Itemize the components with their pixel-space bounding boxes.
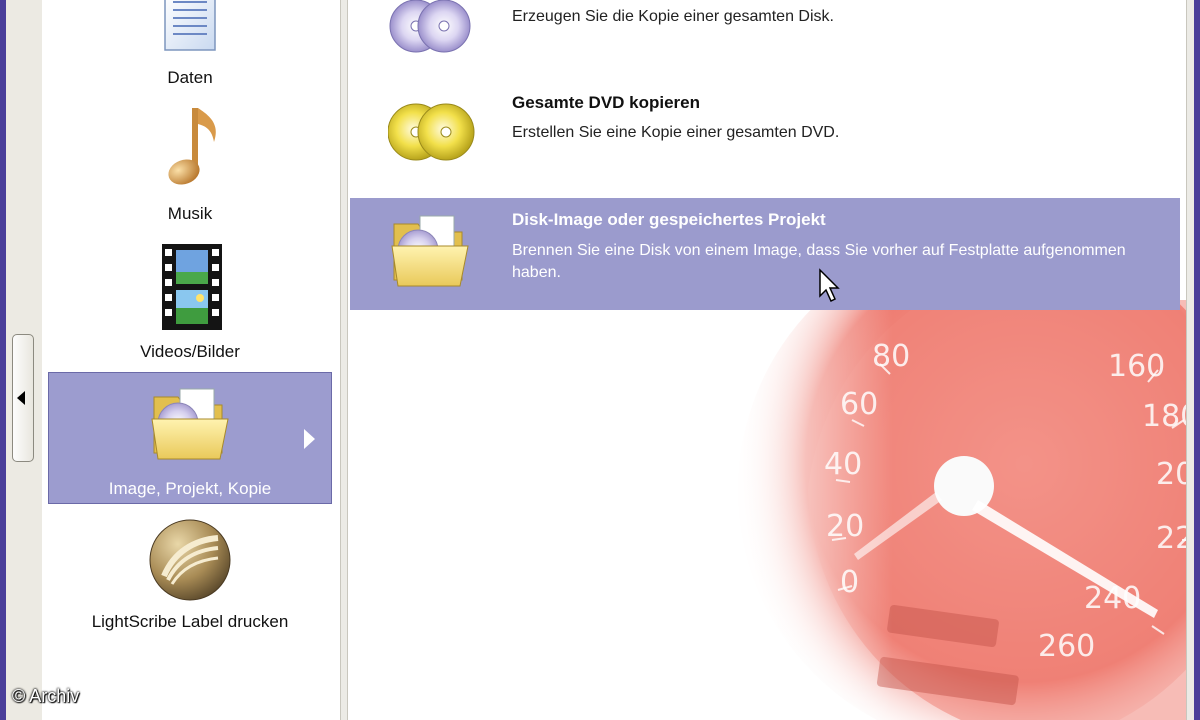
sidebar-item-label: Image, Projekt, Kopie — [108, 479, 272, 498]
options-pane: 0 20 40 60 80 160 180 20 22 240 260 — [348, 0, 1194, 720]
speedometer-background-icon: 0 20 40 60 80 160 180 20 22 240 260 — [728, 300, 1194, 720]
option-title: Gesamte DVD kopieren — [512, 93, 701, 112]
folder-disc-icon — [151, 388, 229, 460]
film-strip-icon — [162, 244, 222, 330]
music-note-icon — [168, 108, 216, 185]
arrow-left-icon — [17, 391, 25, 405]
app-window: Daten Musik Videos/Bilder Image, Projekt… — [6, 0, 1194, 720]
sidebar-item-videos-bilder[interactable]: Videos/Bilder — [48, 238, 332, 368]
sidebar-item-image-projekt-kopie[interactable]: Image, Projekt, Kopie — [48, 372, 332, 504]
collapse-strip — [6, 0, 42, 720]
lightscribe-icon — [149, 519, 231, 601]
option-copy-disk[interactable]: Erzeugen Sie die Kopie einer gesamten Di… — [350, 0, 1180, 58]
document-icon — [164, 0, 216, 51]
collapse-sidebar-button[interactable] — [12, 334, 34, 462]
sidebar-item-lightscribe[interactable]: LightScribe Label drucken — [48, 512, 332, 642]
sidebar-item-label: LightScribe Label drucken — [91, 612, 289, 631]
mouse-pointer-icon — [819, 268, 840, 303]
sidebar-item-daten[interactable]: Daten — [48, 0, 332, 100]
sidebar-item-musik[interactable]: Musik — [48, 104, 332, 234]
option-disk-image-project[interactable]: Disk-Image oder gespeichertes Projekt Br… — [350, 198, 1180, 310]
category-sidebar: Daten Musik Videos/Bilder Image, Projekt… — [44, 0, 341, 720]
sidebar-item-label: Musik — [167, 204, 213, 223]
sidebar-item-label: Daten — [167, 68, 213, 87]
pane-splitter[interactable] — [340, 0, 348, 720]
copyright-watermark: © Archiv — [12, 686, 80, 706]
option-copy-dvd[interactable]: Gesamte DVD kopieren Erstellen Sie eine … — [350, 80, 1180, 180]
gold-discs-icon — [388, 103, 475, 161]
submenu-arrow-icon — [304, 429, 315, 449]
option-description: Erzeugen Sie die Kopie einer gesamten Di… — [512, 8, 834, 25]
folder-disc-icon — [391, 215, 469, 287]
option-title: Disk-Image oder gespeichertes Projekt — [512, 210, 826, 229]
option-description: Erstellen Sie eine Kopie einer gesamten … — [512, 124, 840, 141]
discs-icon — [389, 0, 471, 53]
sidebar-item-label: Videos/Bilder — [140, 342, 240, 361]
right-edge-bar — [1186, 0, 1194, 720]
